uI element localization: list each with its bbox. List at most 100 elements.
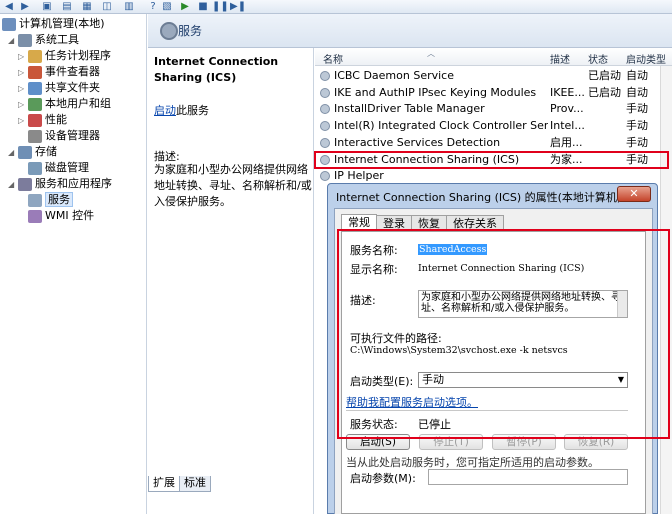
service-gear-icon <box>320 71 330 81</box>
service-gear-icon <box>320 121 330 132</box>
expander-icon[interactable]: ▷ <box>18 97 28 113</box>
gear-icon <box>28 193 42 207</box>
col-status[interactable]: 状态 <box>588 51 608 66</box>
display-name-value[interactable]: Internet Connection Sharing (ICS) <box>418 263 584 274</box>
tree-item[interactable]: 设备管理器 <box>18 128 100 144</box>
tree-item-label: 服务和应用程序 <box>35 177 112 190</box>
expander-icon[interactable]: ▷ <box>18 65 28 81</box>
description-field-label: 描述: <box>350 294 376 307</box>
col-startup-type[interactable]: 启动类型 <box>626 51 666 66</box>
clock-icon <box>28 49 42 63</box>
expander-icon[interactable]: ◢ <box>8 33 18 49</box>
services-apps-icon <box>18 177 32 191</box>
tree-item[interactable]: ▷ 任务计划程序 <box>18 48 111 64</box>
cell-description: 为家... <box>550 152 583 166</box>
table-row[interactable]: InstallDriver Table Manager Prov... 手动 <box>315 101 672 117</box>
tree-item[interactable]: ▷ 共享文件夹 <box>18 80 100 96</box>
service-status-value: 已停止 <box>418 418 451 431</box>
expander-icon[interactable]: ▷ <box>18 49 28 65</box>
path-value[interactable]: C:\Windows\System32\svchost.exe -k netsv… <box>350 345 568 356</box>
export-icon[interactable]: ▦ <box>80 1 94 13</box>
service-name-value[interactable]: SharedAccess <box>418 244 488 255</box>
path-label: 可执行文件的路径: <box>350 332 442 345</box>
table-row[interactable]: Intel(R) Integrated Clock Controller Ser… <box>315 118 672 134</box>
tree-item[interactable]: ◢ 存储 <box>8 144 57 160</box>
stop-icon[interactable]: ■ <box>196 1 210 13</box>
forward-icon[interactable]: ▶ <box>18 1 32 13</box>
service-title: Internet Connection Sharing (ICS) <box>154 55 279 84</box>
resume-button[interactable]: 恢复(R) <box>564 434 628 450</box>
startup-type-label: 启动类型(E): <box>350 375 414 388</box>
tree-item[interactable]: ◢ 服务和应用程序 <box>8 176 112 192</box>
expander-icon[interactable]: ▷ <box>18 81 28 97</box>
tree-item[interactable]: 服务 <box>18 192 73 208</box>
cell-name: Interactive Services Detection <box>334 135 501 149</box>
expander-icon[interactable]: ▷ <box>18 113 28 129</box>
tree-item[interactable]: ◢ 系统工具 <box>8 32 79 48</box>
device-manager-icon <box>28 129 42 143</box>
pause-icon[interactable]: ❚❚ <box>212 1 229 13</box>
col-name[interactable]: 名称 <box>323 51 343 66</box>
up-icon[interactable]: ▣ <box>40 1 54 13</box>
start-params-input[interactable] <box>428 469 628 485</box>
cell-name: ICBC Daemon Service <box>334 69 455 82</box>
show-hide-icon[interactable]: ▥ <box>122 1 136 13</box>
table-row[interactable]: IP Helper <box>315 168 672 184</box>
tree-item-label: 服务 <box>45 192 73 207</box>
start-button[interactable]: 启动(S) <box>346 434 410 450</box>
list-scrollbar[interactable] <box>660 66 672 514</box>
start-link[interactable]: 启动 <box>154 104 176 117</box>
tree-item-label: 存储 <box>35 145 57 158</box>
table-row[interactable]: ICBC Daemon Service 已启动 自动 <box>315 68 672 84</box>
wmi-icon <box>28 209 42 223</box>
list-header: 名称 ︿ 描述 状态 启动类型 <box>315 48 672 66</box>
col-description[interactable]: 描述 <box>550 51 570 66</box>
table-row[interactable]: IKE and AuthIP IPsec Keying Modules IKEE.… <box>315 85 672 101</box>
description-field-text: 为家庭和小型办公网络提供网络地址转换、寻址、名称解析和/或入侵保护服务。 <box>421 292 621 314</box>
dropdown-arrow-icon: ▼ <box>617 375 624 384</box>
tools-icon <box>18 33 32 47</box>
startup-type-select[interactable]: 手动 ▼ <box>418 372 628 388</box>
table-row[interactable]: Interactive Services Detection 启用... 手动 <box>315 135 672 151</box>
service-name-text: SharedAccess <box>418 244 488 255</box>
tree-item-label: 本地用户和组 <box>45 97 111 110</box>
description-text: 为家庭和小型办公网络提供网络地址转换、寻址、名称解析和/或入侵保护服务。 <box>154 163 312 208</box>
pause-button[interactable]: 暂停(P) <box>492 434 556 450</box>
back-icon[interactable]: ◀ <box>2 1 16 13</box>
description-textbox[interactable]: 为家庭和小型办公网络提供网络地址转换、寻址、名称解析和/或入侵保护服务。 <box>418 290 628 318</box>
play-icon[interactable]: ▶ <box>178 1 192 13</box>
tree-item[interactable]: 磁盘管理 <box>18 160 89 176</box>
restart-icon[interactable]: ▶❚ <box>230 1 246 13</box>
sort-asc-icon: ︿ <box>427 49 435 58</box>
tab-extended[interactable]: 扩展 <box>148 476 180 492</box>
tree-item[interactable]: WMI 控件 <box>18 208 94 224</box>
close-button[interactable]: ✕ <box>617 186 651 202</box>
service-gear-icon <box>320 87 330 98</box>
stop-button[interactable]: 停止(T) <box>419 434 483 450</box>
service-name-label: 服务名称: <box>350 244 398 257</box>
cell-name: InstallDriver Table Manager <box>334 102 485 116</box>
pane-header: 服务 <box>148 14 672 48</box>
properties-icon[interactable]: ▤ <box>60 1 74 13</box>
description-scrollbar[interactable] <box>617 291 627 317</box>
services-gear-icon <box>160 22 178 40</box>
start-service-action: 启动此服务 <box>154 102 209 118</box>
refresh-icon[interactable]: ◫ <box>100 1 114 13</box>
expander-icon[interactable]: ◢ <box>8 177 18 193</box>
properties-dialog: Internet Connection Sharing (ICS) 的属性(本地… <box>327 183 658 514</box>
tree-item[interactable]: ▷ 本地用户和组 <box>18 96 111 112</box>
tree-item[interactable]: ▷ 性能 <box>18 112 67 128</box>
start-params-note: 当从此处启动服务时，您可指定所适用的启动参数。 <box>346 456 599 469</box>
expander-icon[interactable]: ◢ <box>8 145 18 161</box>
cell-status: 已启动 <box>588 69 621 82</box>
tab-standard[interactable]: 标准 <box>179 476 211 492</box>
tree-item[interactable]: ▷ 事件查看器 <box>18 64 100 80</box>
table-row[interactable]: Internet Connection Sharing (ICS) 为家... 手动 <box>315 152 672 168</box>
details-icon[interactable]: ▧ <box>160 1 174 13</box>
tree-root[interactable]: 计算机管理(本地) <box>2 16 105 32</box>
help-configure-link[interactable]: 帮助我配置服务启动选项。 <box>346 394 478 410</box>
service-gear-icon <box>320 171 330 182</box>
start-link-suffix: 此服务 <box>176 104 209 117</box>
help-icon[interactable]: ? <box>146 1 160 13</box>
cell-name: Internet Connection Sharing (ICS) <box>334 152 520 166</box>
